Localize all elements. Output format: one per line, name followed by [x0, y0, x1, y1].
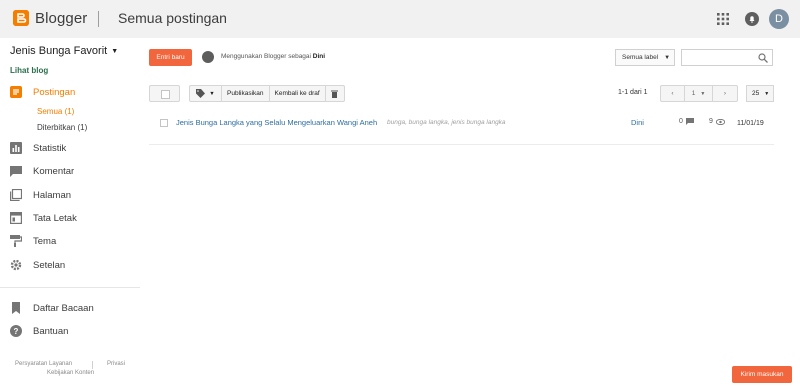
- chevron-down-icon: ▼: [209, 90, 215, 97]
- label-filter-value: Semua label: [622, 54, 659, 61]
- notification-bell-icon[interactable]: [745, 12, 759, 26]
- sidebar-item-reading-list[interactable]: Daftar Bacaan: [10, 301, 94, 315]
- sidebar-item-comments[interactable]: Komentar: [10, 164, 74, 178]
- pages-icon: [10, 189, 22, 201]
- page-select[interactable]: 1 ▼: [685, 86, 713, 101]
- sidebar-item-theme[interactable]: Tema: [10, 234, 56, 248]
- blog-name: Jenis Bunga Favorit: [10, 45, 108, 57]
- chevron-down-icon: ▼: [764, 90, 770, 97]
- post-actions-toolbar: ▼ Publikasikan Kembali ke draf: [189, 85, 345, 102]
- post-comment-count[interactable]: 0: [679, 118, 694, 125]
- settings-icon: [10, 259, 22, 271]
- chevron-down-icon: ▼: [700, 90, 706, 97]
- label-dropdown-button[interactable]: ▼: [190, 86, 222, 101]
- page-title: Semua postingan: [118, 10, 227, 26]
- sidebar-item-label: Tata Letak: [33, 212, 77, 224]
- using-prefix: Menggunakan Blogger sebagai: [221, 53, 311, 60]
- delete-button[interactable]: [326, 86, 344, 101]
- svg-text:?: ?: [14, 327, 19, 336]
- terms-link[interactable]: Persyaratan Layanan: [15, 361, 72, 367]
- search-icon[interactable]: [758, 53, 768, 63]
- brand-name[interactable]: Blogger: [35, 10, 87, 27]
- table-row[interactable]: Jenis Bunga Langka yang Selalu Mengeluar…: [149, 112, 774, 145]
- comment-icon: [10, 166, 22, 177]
- sidebar-divider: [0, 287, 140, 288]
- theme-icon: [10, 235, 22, 247]
- sidebar-item-label: Statistik: [33, 142, 67, 154]
- layout-icon: [10, 212, 22, 224]
- chevron-right-icon: ›: [723, 90, 727, 97]
- search-input[interactable]: [681, 49, 773, 66]
- label-filter-select[interactable]: Semua label ▼: [615, 49, 675, 66]
- sidebar-item-pages[interactable]: Halaman: [10, 188, 71, 202]
- using-as-text: Menggunakan Blogger sebagai Dini: [221, 53, 325, 60]
- sidebar-item-label: Postingan: [33, 86, 76, 98]
- post-title-link[interactable]: Jenis Bunga Langka yang Selalu Mengeluar…: [176, 118, 377, 127]
- trash-icon: [331, 90, 339, 98]
- avatar: [202, 51, 214, 63]
- publish-button[interactable]: Publikasikan: [222, 86, 270, 101]
- sidebar-item-label: Tema: [33, 235, 57, 247]
- footer-divider: [92, 361, 93, 369]
- sidebar-item-label: Bantuan: [33, 325, 69, 337]
- sidebar-item-stats[interactable]: Statistik: [10, 141, 66, 155]
- sidebar-item-layout[interactable]: Tata Letak: [10, 211, 77, 225]
- eye-icon: [715, 118, 725, 125]
- sidebar-item-label: Setelan: [33, 259, 66, 271]
- send-feedback-button[interactable]: Kirim masukan: [732, 366, 792, 383]
- sidebar-item-label: Komentar: [33, 165, 75, 177]
- account-avatar[interactable]: D: [769, 9, 789, 29]
- help-icon: ?: [10, 325, 22, 337]
- sidebar-item-posts[interactable]: Postingan: [10, 85, 75, 99]
- sidebar-subitem-published[interactable]: Diterbitkan (1): [37, 123, 87, 132]
- label-tag-icon: [196, 89, 206, 98]
- caret-down-icon: ▼: [664, 54, 671, 61]
- sidebar-item-label: Halaman: [33, 189, 72, 201]
- header-divider: [98, 11, 99, 27]
- comment-icon: [685, 118, 694, 125]
- pagination: ‹ 1 ▼ ›: [660, 85, 738, 102]
- sidebar-item-label: Daftar Bacaan: [33, 302, 94, 314]
- new-post-button[interactable]: Entri baru: [149, 49, 192, 66]
- view-blog-link[interactable]: Lihat blog: [10, 66, 48, 75]
- sidebar-item-help[interactable]: ? Bantuan: [10, 324, 68, 338]
- post-view-count: 9: [709, 118, 725, 125]
- view-count: 9: [709, 118, 713, 125]
- blogger-logo-icon[interactable]: [13, 10, 29, 26]
- chevron-left-icon: ‹: [671, 90, 674, 97]
- top-bar: Blogger Semua postingan D: [0, 0, 800, 38]
- comment-count: 0: [679, 118, 683, 125]
- prev-page-button[interactable]: ‹: [661, 86, 685, 101]
- page-number: 1: [691, 90, 696, 97]
- revert-to-draft-button[interactable]: Kembali ke draf: [270, 86, 326, 101]
- content-policy-link[interactable]: Kebijakan Konten: [47, 370, 94, 376]
- per-page-value: 25: [752, 90, 760, 97]
- using-name: Dini: [312, 53, 326, 60]
- blog-selector[interactable]: Jenis Bunga Favorit ▼: [10, 45, 118, 57]
- privacy-link[interactable]: Privasi: [107, 361, 125, 367]
- next-page-button[interactable]: ›: [713, 86, 737, 101]
- sidebar-item-settings[interactable]: Setelan: [10, 258, 65, 272]
- apps-grid-icon[interactable]: [717, 13, 729, 25]
- pagination-range: 1-1 dari 1: [618, 89, 648, 96]
- chevron-down-icon: ▼: [111, 47, 119, 55]
- post-author[interactable]: Dini: [631, 118, 644, 127]
- per-page-select[interactable]: 25 ▼: [746, 85, 774, 102]
- post-checkbox[interactable]: [160, 119, 168, 127]
- bookmark-icon: [12, 302, 20, 314]
- checkbox-box: [161, 90, 170, 99]
- select-all-checkbox[interactable]: [149, 85, 180, 102]
- posts-icon: [10, 86, 22, 98]
- post-date: 11/01/19: [737, 120, 764, 127]
- sidebar-subitem-all[interactable]: Semua (1): [37, 107, 74, 116]
- stats-icon: [10, 142, 22, 154]
- post-labels: bunga, bunga langka, jenis bunga langka: [387, 119, 506, 126]
